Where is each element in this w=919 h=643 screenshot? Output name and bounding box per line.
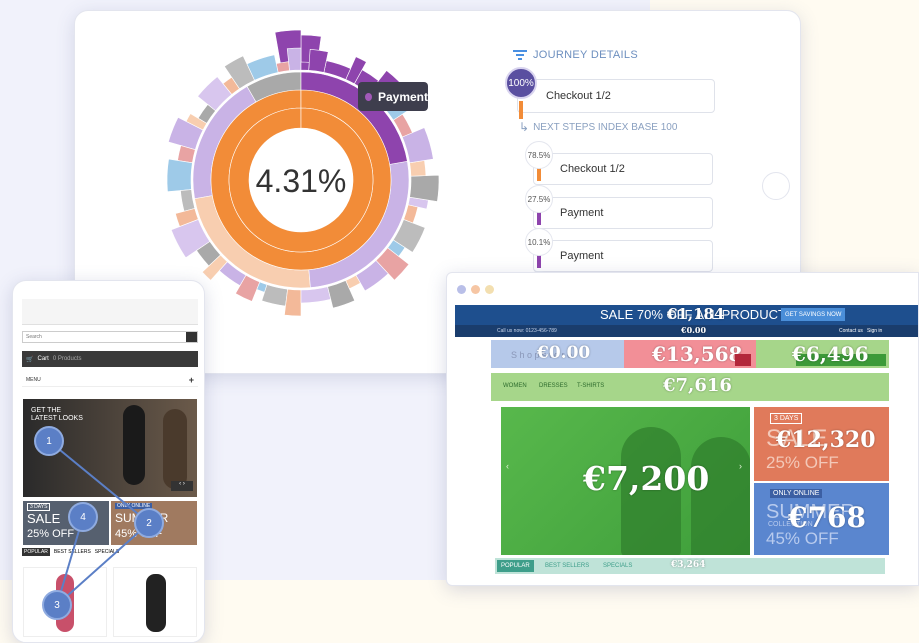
sunburst-segment[interactable] [275,61,290,73]
heatmap-value: €12,320 [776,427,876,453]
browser-window: SALE 70% OFF ALL PRODUCTS €1,184 GET SAV… [446,272,919,586]
heatmap-value: €0.00 [681,325,707,335]
click-marker[interactable]: 4 [68,502,98,532]
heatmap-value: €13,568 [652,342,743,366]
phone-number: Call us now: 0123-456-789 [497,328,557,334]
next-step-percentage: 78.5% [525,141,553,169]
step-box[interactable]: Checkout 1/2 [517,79,715,113]
promo-tile-summer[interactable]: ONLY ONLINE SUMMER COLLECTION 45% OFF €7… [754,483,889,555]
search-button[interactable] [735,354,751,366]
sunburst-segment[interactable] [284,288,302,317]
click-path-line [48,440,150,524]
legend-dot-icon [365,92,372,101]
next-step-box[interactable]: Payment [533,240,713,272]
heatmap-value: €1,184 [667,305,725,323]
click-marker[interactable]: 3 [42,590,72,620]
next-steps-title: NEXT STEPS INDEX BASE 100 [533,121,678,133]
sunburst-segment[interactable] [180,189,196,212]
promo-tag: ONLY ONLINE [770,489,823,498]
tooltip-label: Payment [377,89,428,104]
hero-banner[interactable]: ‹ › €7,200 [501,407,750,555]
click-marker[interactable]: 2 [134,508,164,538]
next-step-bar [537,211,541,225]
contact-bar: Call us now: 0123-456-789 €0.00 Contact … [455,325,918,337]
next-steps-header: ↳ NEXT STEPS INDEX BASE 100 [519,120,677,134]
click-path-line [56,522,150,606]
sunburst-segment[interactable] [300,286,332,304]
promo-tile-sale[interactable]: 3 DAYS SALE 25% OFF €12,320 [754,407,889,481]
filter-icon [513,50,527,60]
click-path-overlay [48,440,150,606]
heatmap-value: €3,264 [671,560,706,570]
tab-best-sellers[interactable]: BEST SELLERS [545,563,589,569]
window-controls [457,285,494,294]
phone-device: Search 🛒 Cart 0 Products MENU + GET THE … [12,280,205,643]
return-arrow-icon: ↳ [519,120,530,134]
next-step-percentage: 10.1% [525,228,553,256]
promo-discount: 25% OFF [766,453,839,472]
window-control-dot[interactable] [485,285,494,294]
next-step-bar [537,254,541,268]
tab-specials[interactable]: SPECIALS [603,563,632,569]
sunburst-segment[interactable] [409,174,440,202]
product-tabs: POPULAR BEST SELLERS SPECIALS €3,264 [495,558,885,574]
next-step-box[interactable]: Payment [533,197,713,229]
sunburst-segment[interactable] [409,160,427,177]
carousel-prev-icon[interactable]: ‹ [506,461,509,471]
tablet-home-button[interactable] [762,172,790,200]
sunburst-segment[interactable] [403,204,419,224]
logo-area[interactable]: S h o p s t o r e €0.00 [491,340,624,368]
search-area[interactable]: €13,568 [624,340,756,368]
next-step-label: Payment [560,250,604,262]
sunburst-center-value: 4.31% [256,163,347,199]
sale-banner[interactable]: SALE 70% OFF ALL PRODUCTS €1,184 GET SAV… [455,305,918,325]
heatmap-value: €6,496 [792,342,869,366]
journey-details-title: JOURNEY DETAILS [533,49,638,61]
next-step-percentage: 27.5% [525,185,553,213]
heatmap-value: €0.00 [537,343,591,363]
step-label: Checkout 1/2 [546,90,611,102]
promo-tag: 3 DAYS [770,413,803,424]
nav-item-women[interactable]: WOMEN [503,383,527,389]
journey-details-header: JOURNEY DETAILS [513,49,638,61]
contact-link[interactable]: Contact us [839,328,863,334]
tab-popular[interactable]: POPULAR [497,560,534,572]
heatmap-value: €768 [788,501,866,534]
sunburst-segment[interactable] [300,61,310,71]
sunburst-tooltip: Payment [358,82,428,111]
carousel-next-icon[interactable]: › [739,461,742,471]
get-savings-button[interactable]: GET SAVINGS NOW [781,308,846,321]
next-step-bar [537,167,541,181]
window-control-dot[interactable] [471,285,480,294]
heatmap-value: €7,200 [583,459,710,498]
next-step-label: Checkout 1/2 [560,163,625,175]
step-percentage: 100% [505,67,537,99]
nav-item-dresses[interactable]: DRESSES [539,383,568,389]
next-step-box[interactable]: Checkout 1/2 [533,153,713,185]
nav-item-tshirts[interactable]: T-SHIRTS [577,383,604,389]
signin-link[interactable]: Sign in [867,328,882,334]
window-control-dot[interactable] [457,285,466,294]
shop-page: SALE 70% OFF ALL PRODUCTS €1,184 GET SAV… [455,305,918,577]
click-marker[interactable]: 1 [34,426,64,456]
cart-area[interactable]: €6,496 [756,340,889,368]
next-step-label: Payment [560,207,604,219]
step-bar [519,101,523,119]
heatmap-value: €7,616 [663,375,732,396]
sunburst-segment[interactable] [166,158,193,193]
main-nav: WOMEN DRESSES T-SHIRTS €7,616 [491,373,889,401]
